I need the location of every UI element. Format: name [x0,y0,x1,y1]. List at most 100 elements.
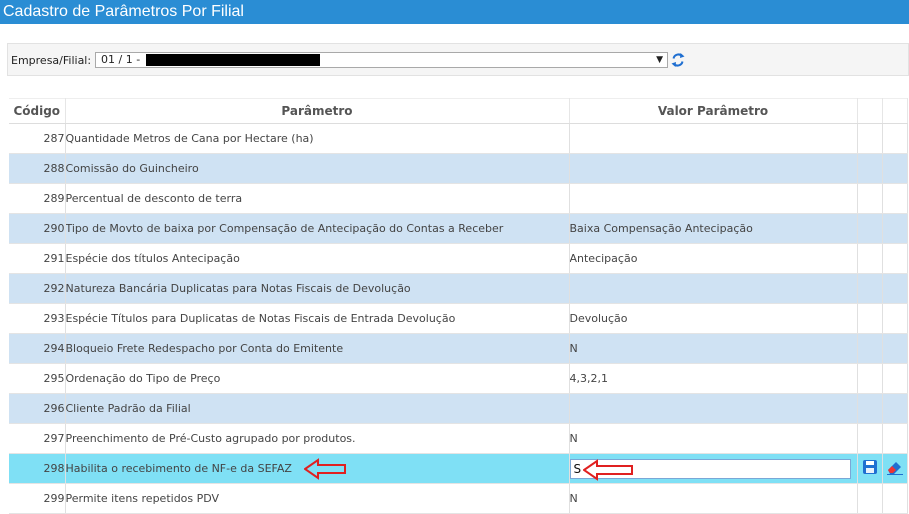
row-value[interactable]: N [569,333,858,364]
row-param: Permite itens repetidos PDV [65,483,570,514]
row-param: Percentual de desconto de terra [65,183,570,214]
row-action-2 [882,363,908,394]
row-code: 298 [9,453,66,484]
row-action-1 [857,303,883,334]
chevron-down-icon: ▼ [656,55,663,65]
annotation-arrow-icon [582,458,633,481]
filter-bar: Empresa/Filial: 01 / 1 - ▼ [7,43,909,76]
row-code: 287 [9,123,66,154]
parameter-value-input[interactable]: S [569,458,851,481]
row-action-1 [857,333,883,364]
parameter-value-input-text: S [573,461,582,476]
row-value[interactable]: 4,3,2,1 [569,363,858,394]
row-code: 299 [9,483,66,514]
row-param: Espécie Títulos para Duplicatas de Notas… [65,303,570,334]
row-value[interactable] [569,183,858,214]
page-title: Cadastro de Parâmetros Por Filial [0,0,909,24]
row-param: Habilita o recebimento de NF-e da SEFAZ [65,453,570,484]
table-row[interactable]: 293 Espécie Títulos para Duplicatas de N… [9,303,908,334]
row-action-2 [882,243,908,274]
row-value-cell: S [569,453,858,484]
row-code: 288 [9,153,66,184]
row-param: Comissão do Guincheiro [65,153,570,184]
row-value[interactable]: Devolução [569,303,858,334]
row-code: 290 [9,213,66,244]
row-param: Tipo de Movto de baixa por Compensação d… [65,213,570,244]
row-value[interactable] [569,123,858,154]
row-action-1 [857,153,883,184]
row-action-1 [857,243,883,274]
row-value[interactable]: Baixa Compensação Antecipação [569,213,858,244]
row-code: 295 [9,363,66,394]
row-param-text: Habilita o recebimento de NF-e da SEFAZ [65,462,292,475]
row-param: Quantidade Metros de Cana por Hectare (h… [65,123,570,154]
table-row[interactable]: 290 Tipo de Movto de baixa por Compensaç… [9,213,908,244]
row-code: 296 [9,393,66,424]
table-row[interactable]: 294 Bloqueio Frete Redespacho por Conta … [9,333,908,364]
empresa-filial-select-value: 01 / 1 - [101,53,141,66]
table-row-editing[interactable]: 298 Habilita o recebimento de NF-e da SE… [9,453,908,484]
annotation-arrow-icon [303,458,346,480]
clear-button[interactable] [882,453,908,484]
row-value[interactable]: Antecipação [569,243,858,274]
row-param: Bloqueio Frete Redespacho por Conta do E… [65,333,570,364]
header-action-1 [857,98,883,124]
row-action-2 [882,153,908,184]
row-action-1 [857,483,883,514]
row-action-2 [882,303,908,334]
row-action-1 [857,123,883,154]
row-action-2 [882,183,908,214]
row-code: 291 [9,243,66,274]
header-codigo[interactable]: Código [9,98,66,124]
table-row[interactable]: 299 Permite itens repetidos PDV N [9,483,908,514]
row-action-2 [882,393,908,424]
row-param: Preenchimento de Pré-Custo agrupado por … [65,423,570,454]
row-code: 292 [9,273,66,304]
empresa-filial-select[interactable]: 01 / 1 - ▼ [95,52,668,68]
row-action-2 [882,213,908,244]
save-icon [862,460,877,474]
row-code: 297 [9,423,66,454]
table-header-row: Código Parâmetro Valor Parâmetro [9,98,908,124]
row-value[interactable] [569,153,858,184]
row-value[interactable] [569,273,858,304]
header-parametro[interactable]: Parâmetro [65,98,570,124]
empresa-filial-label: Empresa/Filial: [11,54,92,67]
header-action-2 [882,98,908,124]
row-code: 293 [9,303,66,334]
row-action-1 [857,393,883,424]
redacted-block [146,54,320,66]
save-button[interactable] [857,453,883,484]
table-row[interactable]: 296 Cliente Padrão da Filial [9,393,908,424]
row-value[interactable]: N [569,483,858,514]
row-action-2 [882,333,908,364]
header-valor-parametro[interactable]: Valor Parâmetro [569,98,858,124]
table-row[interactable]: 288 Comissão do Guincheiro [9,153,908,184]
refresh-icon[interactable] [671,52,685,68]
row-param: Espécie dos títulos Antecipação [65,243,570,274]
eraser-icon [886,462,903,475]
row-action-2 [882,483,908,514]
table-row[interactable]: 291 Espécie dos títulos Antecipação Ante… [9,243,908,274]
row-action-1 [857,183,883,214]
row-action-2 [882,123,908,154]
table-row[interactable]: 289 Percentual de desconto de terra [9,183,908,214]
row-value[interactable]: N [569,423,858,454]
row-action-2 [882,273,908,304]
row-action-2 [882,423,908,454]
table-row[interactable]: 287 Quantidade Metros de Cana por Hectar… [9,123,908,154]
table-row[interactable]: 295 Ordenação do Tipo de Preço 4,3,2,1 [9,363,908,394]
table-row[interactable]: 297 Preenchimento de Pré-Custo agrupado … [9,423,908,454]
row-code: 294 [9,333,66,364]
row-action-1 [857,213,883,244]
row-code: 289 [9,183,66,214]
row-param: Cliente Padrão da Filial [65,393,570,424]
row-value[interactable] [569,393,858,424]
row-action-1 [857,273,883,304]
row-param: Natureza Bancária Duplicatas para Notas … [65,273,570,304]
row-param: Ordenação do Tipo de Preço [65,363,570,394]
row-action-1 [857,363,883,394]
row-action-1 [857,423,883,454]
table-row[interactable]: 292 Natureza Bancária Duplicatas para No… [9,273,908,304]
parameters-table: Código Parâmetro Valor Parâmetro 287 Qua… [9,98,908,514]
